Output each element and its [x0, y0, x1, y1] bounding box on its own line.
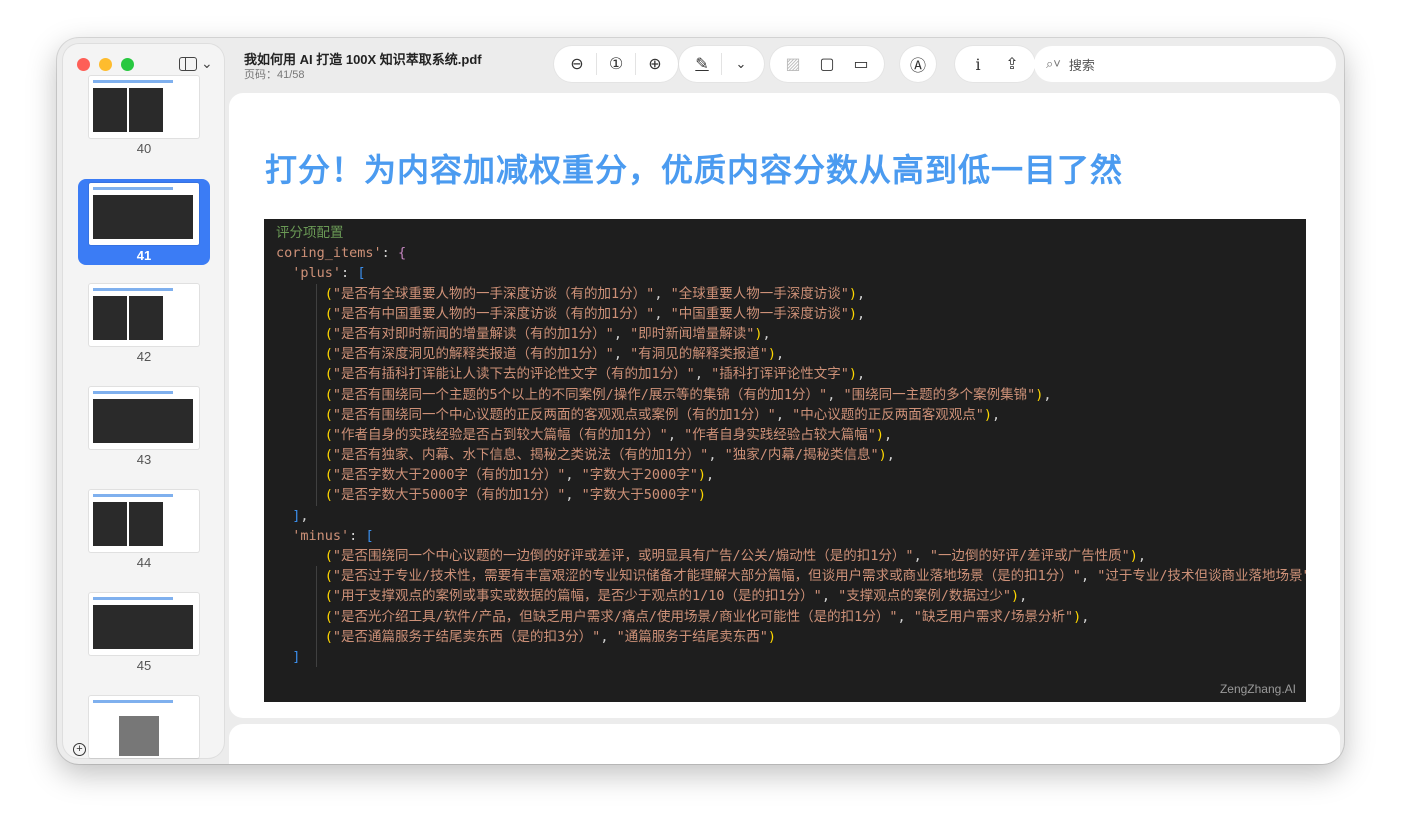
- info-controls: i ⇪: [955, 46, 1035, 82]
- page-number: 42: [136, 349, 152, 364]
- pen-icon: ✎: [695, 56, 709, 73]
- next-pdf-page: [229, 724, 1340, 764]
- code-line: ("是否有围绕同一个中心议题的正反两面的客观观点或案例（有的加1分）", "中心…: [324, 406, 1001, 423]
- page-thumbnail[interactable]: 45: [78, 593, 210, 673]
- code-line: 'minus': [: [292, 527, 374, 544]
- thumbnail-image: [89, 696, 199, 758]
- watermark: ZengZhang.AI: [1219, 682, 1296, 696]
- close-button[interactable]: [77, 58, 90, 71]
- thumbnail-image: [89, 490, 199, 552]
- highlight-menu-button[interactable]: ⌄: [726, 51, 756, 77]
- actual-size-button[interactable]: ①: [601, 51, 631, 77]
- code-comment: 评分项配置: [276, 225, 344, 241]
- markup-button[interactable]: Ⓐ: [903, 51, 933, 77]
- page-number: 45: [136, 658, 152, 673]
- rotate-button[interactable]: ▢: [812, 51, 842, 77]
- page-number: 43: [136, 452, 152, 467]
- sidebar-icon: [179, 56, 197, 71]
- share-button[interactable]: ⇪: [997, 51, 1027, 77]
- code-line: ("用于支撑观点的案例或事实或数据的篇幅，是否少于观点的1/10（是的扣1分）"…: [324, 588, 1028, 605]
- actual-size-icon: ①: [608, 56, 624, 73]
- sidebar-toggle-button[interactable]: ⌄: [179, 55, 213, 72]
- page-heading: 打分！为内容加减权重分，优质内容分数从高到低一目了然: [265, 152, 1124, 188]
- code-line: coring_items': {: [276, 245, 407, 262]
- zoom-out-button[interactable]: ⊖: [562, 51, 592, 77]
- signature-icon: ▭: [853, 56, 869, 73]
- code-line: ("是否光介绍工具/软件/产品，但缺乏用户需求/痛点/使用场景/商业化可能性（是…: [324, 608, 1090, 625]
- page-thumbnail[interactable]: 40: [78, 76, 210, 156]
- share-icon: ⇪: [1005, 56, 1019, 73]
- code-line: ],: [292, 507, 309, 524]
- redact-button[interactable]: ▨: [778, 51, 808, 77]
- thumbnail-sidebar: ⌄ 40 41 42 43 44 45 +: [63, 44, 224, 758]
- code-line: ("是否有围绕同一个主题的5个以上的不同案例/操作/展示等的集锦（有的加1分）"…: [324, 386, 1052, 403]
- code-line: ("是否有深度洞见的解释类报道（有的加1分）", "有洞见的解释类报道"),: [324, 346, 785, 363]
- add-page-button[interactable]: +: [73, 743, 86, 756]
- rotate-icon: ▢: [819, 56, 835, 73]
- code-line: ("是否围绕同一个中心议题的一边倒的好评或差评，或明显具有广告/公关/煽动性（是…: [324, 548, 1146, 564]
- page-thumbnail[interactable]: 41: [78, 179, 210, 265]
- highlight-button[interactable]: ✎: [687, 51, 717, 77]
- page-thumbnail[interactable]: 43: [78, 387, 210, 467]
- thumbnail-image: [89, 593, 199, 655]
- search-placeholder: 搜索: [1068, 57, 1095, 73]
- page-thumbnail[interactable]: 44: [78, 490, 210, 570]
- info-icon: i: [975, 54, 981, 74]
- search-icon: ⌕˅: [1046, 56, 1061, 71]
- zoom-in-button[interactable]: ⊕: [640, 51, 670, 77]
- code-line: ("是否有对即时新闻的增量解读（有的加1分）", "即时新闻增量解读"),: [324, 325, 771, 342]
- code-line: ("是否过于专业/技术性，需要有丰富艰涩的专业知识储备才能理解大部分篇幅，但谈用…: [324, 568, 1306, 585]
- zoom-in-icon: ⊕: [648, 56, 662, 73]
- sign-button[interactable]: ▭: [846, 51, 876, 77]
- preview-window: ⌄ 40 41 42 43 44 45 + 我如何用 AI 打造 100X 知识萃取系统.…: [57, 38, 1344, 764]
- highlight-controls: ✎ ⌄: [679, 46, 764, 82]
- window-controls: [77, 58, 134, 71]
- redact-icon: ▨: [785, 56, 801, 73]
- page-number: 44: [136, 555, 152, 570]
- page-thumbnail[interactable]: 42: [78, 284, 210, 364]
- chevron-down-icon: ⌄: [735, 56, 747, 71]
- thumbnail-image: [89, 284, 199, 346]
- page-thumbnail[interactable]: [78, 696, 210, 758]
- edit-controls: ▨ ▢ ▭: [770, 46, 884, 82]
- zoom-controls: ⊖ ① ⊕: [554, 46, 678, 82]
- thumbnail-image: [89, 76, 199, 138]
- code-line: ("是否通篇服务于结尾卖东西（是的扣3分）", "通篇服务于结尾卖东西"): [324, 628, 776, 645]
- page-indicator: 页码：41/58: [244, 69, 305, 81]
- info-button[interactable]: i: [963, 51, 993, 77]
- thumbnail-image: [89, 387, 199, 449]
- code-line: ]: [292, 648, 301, 665]
- markup-controls: Ⓐ: [900, 46, 936, 82]
- zoom-out-icon: ⊖: [570, 56, 584, 73]
- code-line: 'plus': [: [292, 265, 366, 282]
- code-line: ("是否有插科打诨能让人读下去的评论性文字（有的加1分）", "插科打诨评论性文…: [324, 366, 866, 383]
- minimize-button[interactable]: [99, 58, 112, 71]
- page-number: 41: [136, 248, 152, 263]
- code-line: ("是否有中国重要人物的一手深度访谈（有的加1分）", "中国重要人物一手深度访…: [324, 305, 866, 322]
- code-line: ("是否有全球重要人物的一手深度访谈（有的加1分）", "全球重要人物一手深度访…: [324, 285, 866, 302]
- page-number: 40: [136, 141, 152, 156]
- markup-icon: Ⓐ: [909, 58, 926, 75]
- code-line: ("是否字数大于2000字（有的加1分）", "字数大于2000字"),: [324, 467, 715, 484]
- thumbnail-image: [89, 183, 199, 245]
- search-field[interactable]: ⌕˅ 搜索: [1034, 46, 1336, 82]
- code-line: ("是否有独家、内幕、水下信息、揭秘之类说法（有的加1分）", "独家/内幕/揭…: [324, 447, 895, 464]
- code-line: ("是否字数大于5000字（有的加1分）", "字数大于5000字"): [324, 487, 707, 504]
- pdf-page: 打分！为内容加减权重分，优质内容分数从高到低一目了然 评分项配置 coring_…: [229, 93, 1340, 718]
- code-line: ("作者自身的实践经验是否占到较大篇幅（有的加1分）", "作者自身实践经验占较…: [324, 426, 893, 443]
- zoom-button[interactable]: [121, 58, 134, 71]
- chevron-down-icon: ⌄: [201, 55, 213, 71]
- code-block: 评分项配置 coring_items': { 'plus': [ ("是否有全球…: [264, 219, 1306, 702]
